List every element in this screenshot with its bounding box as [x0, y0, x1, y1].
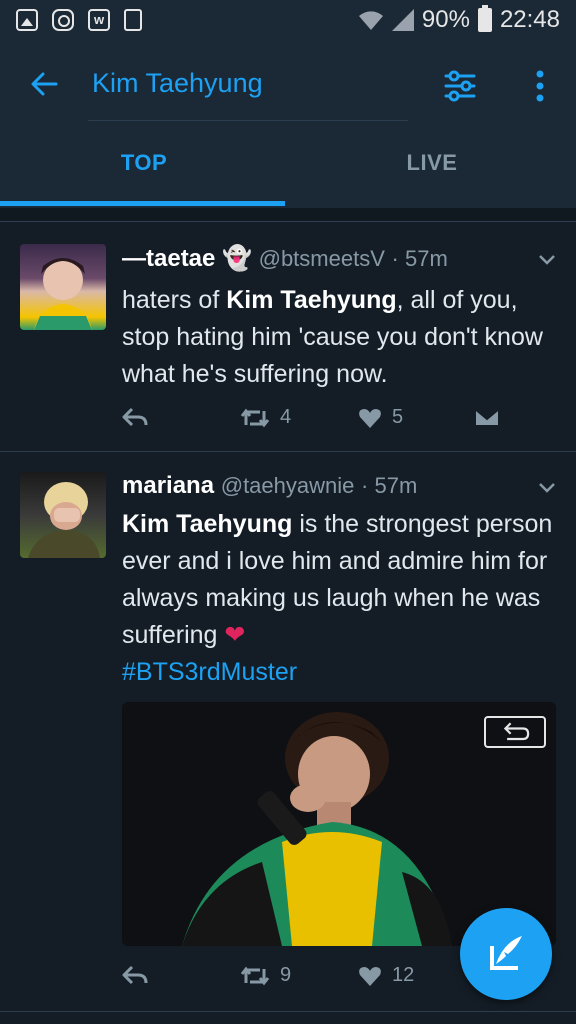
- heart-icon: [359, 966, 381, 986]
- tweet-time: · 57m: [391, 246, 448, 271]
- chevron-down-icon[interactable]: [538, 254, 556, 266]
- avatar[interactable]: [20, 472, 106, 558]
- clipboard-icon: [124, 9, 142, 31]
- battery-percentage: 90%: [421, 6, 470, 33]
- return-icon[interactable]: [484, 716, 546, 748]
- tweet-header: mariana @taehyawnie · 57m: [122, 472, 417, 500]
- retweet-count: 9: [280, 964, 292, 986]
- battery-icon: [477, 5, 492, 32]
- author-name[interactable]: —taetae 👻: [122, 245, 252, 272]
- back-arrow-icon[interactable]: [26, 66, 62, 102]
- signal-icon: [391, 9, 414, 31]
- like-button[interactable]: 12: [358, 964, 414, 987]
- tweet-text-highlight: Kim Taehyung: [226, 286, 397, 314]
- heart-icon: [359, 408, 381, 428]
- like-count: 12: [392, 964, 415, 986]
- retweet-icon: [240, 966, 270, 985]
- reply-button[interactable]: [122, 964, 148, 986]
- search-underline: [88, 120, 408, 121]
- more-options-icon[interactable]: [528, 66, 552, 106]
- tweet-text-highlight: Kim Taehyung: [122, 510, 293, 538]
- system-indicators: 90% 22:48: [358, 5, 560, 34]
- like-count: 5: [392, 406, 404, 428]
- author-handle[interactable]: @btsmeetsV: [259, 246, 385, 271]
- author-handle[interactable]: @taehyawnie: [221, 473, 355, 498]
- tab-live[interactable]: LIVE: [288, 150, 576, 204]
- tweet-actions: 9 12: [122, 964, 512, 994]
- retweet-icon: [240, 408, 270, 427]
- filter-icon[interactable]: [440, 66, 480, 106]
- heart-emoji: ❤: [224, 621, 246, 649]
- tab-top[interactable]: TOP: [0, 150, 288, 204]
- like-button[interactable]: 5: [358, 406, 403, 429]
- compose-tweet-button[interactable]: [460, 908, 552, 1000]
- tweet-text-part: haters of: [122, 286, 227, 314]
- tweet-text: haters of Kim Taehyung, all of you, stop…: [122, 282, 562, 393]
- notification-icons: w: [16, 9, 142, 31]
- search-query[interactable]: Kim Taehyung: [92, 68, 263, 99]
- tweet-card[interactable]: —taetae 👻 @btsmeetsV · 57m haters of Kim…: [0, 222, 576, 452]
- compose-quill-icon: [490, 936, 522, 970]
- wifi-icon: [358, 11, 383, 30]
- author-name[interactable]: mariana: [122, 472, 214, 499]
- direct-message-button[interactable]: [474, 406, 500, 428]
- avatar[interactable]: [20, 244, 106, 330]
- hashtag-link[interactable]: #BTS3rdMuster: [122, 658, 297, 686]
- envelope-icon: [474, 408, 500, 427]
- search-app-bar: Kim Taehyung TOP LIVE: [0, 40, 576, 208]
- clock: 22:48: [499, 6, 560, 33]
- tweet-actions: 4 5: [122, 406, 512, 436]
- tweet-text: Kim Taehyung is the strongest person eve…: [122, 506, 562, 691]
- reply-button[interactable]: [122, 406, 148, 428]
- reply-icon: [122, 965, 148, 985]
- retweet-button[interactable]: 4: [240, 406, 291, 429]
- tweet-time: · 57m: [361, 473, 418, 498]
- wattpad-icon: w: [88, 9, 110, 31]
- timeline-divider: [0, 208, 576, 222]
- retweet-count: 4: [280, 406, 292, 428]
- selected-tab-indicator: [0, 201, 285, 206]
- status-bar: w 90% 22:48: [0, 0, 576, 40]
- chevron-down-icon[interactable]: [538, 482, 556, 494]
- instagram-icon: [52, 9, 74, 31]
- tweet-header: —taetae 👻 @btsmeetsV · 57m: [122, 244, 448, 273]
- retweet-button[interactable]: 9: [240, 964, 291, 987]
- reply-icon: [122, 407, 148, 427]
- gallery-icon: [16, 9, 38, 31]
